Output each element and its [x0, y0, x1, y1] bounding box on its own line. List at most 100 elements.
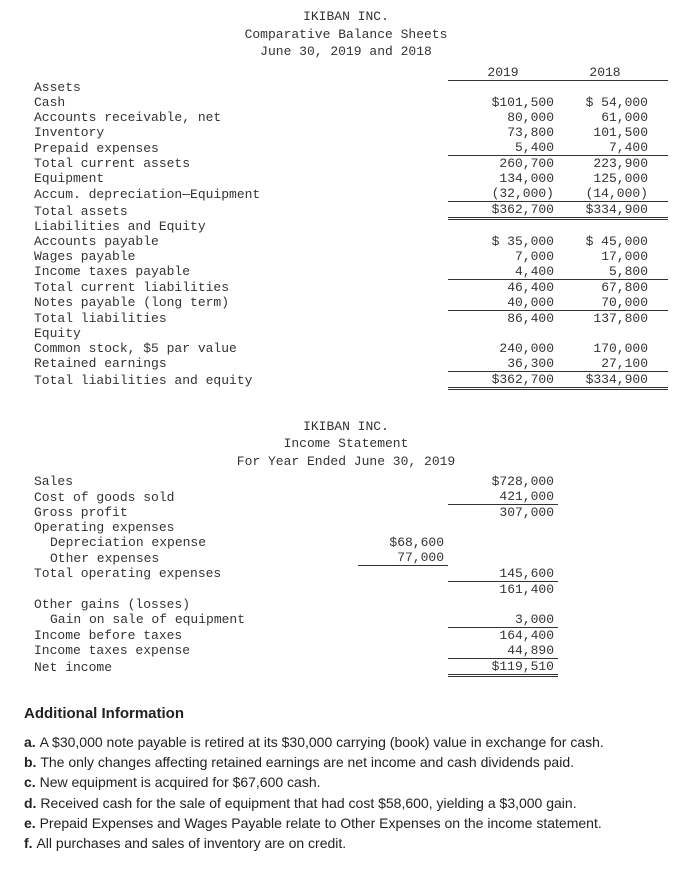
- spacer: [558, 612, 668, 628]
- row-label: Inventory: [24, 125, 448, 140]
- row-label: Total current liabilities: [24, 279, 448, 295]
- row-value-2019: 5,400: [448, 140, 558, 156]
- row-value-2018: 17,000: [558, 249, 668, 264]
- row-value-2019: $101,500: [448, 95, 558, 110]
- cell: [558, 326, 668, 341]
- row-value-2019: $ 35,000: [448, 234, 558, 249]
- row-value-2018: 125,000: [558, 171, 668, 186]
- is-header: IKIBAN INC. Income Statement For Year En…: [24, 418, 668, 471]
- row-label: Total operating expenses: [24, 566, 358, 582]
- row-amount: [448, 535, 558, 550]
- row-sub-amount: [358, 581, 448, 597]
- item-tag: a.: [24, 734, 40, 750]
- bs-company: IKIBAN INC.: [24, 8, 668, 26]
- additional-info-title: Additional Information: [24, 705, 668, 722]
- row-label: Total liabilities and equity: [24, 371, 448, 388]
- row-label: Sales: [24, 474, 358, 489]
- row-amount: [448, 550, 558, 566]
- row-label: Notes payable (long term): [24, 295, 448, 311]
- row-value-2018: $334,900: [558, 371, 668, 388]
- row-label: Depreciation expense: [24, 535, 358, 550]
- row-value-2019: 80,000: [448, 110, 558, 125]
- spacer: [558, 566, 668, 582]
- row-value-2019: 73,800: [448, 125, 558, 140]
- row-sub-amount: [358, 505, 448, 521]
- section-label: Liabilities and Equity: [24, 219, 448, 234]
- row-label: Income taxes expense: [24, 643, 358, 659]
- row-sub-amount: [358, 627, 448, 643]
- row-value-2019: 4,400: [448, 264, 558, 280]
- row-label: Other gains (losses): [24, 597, 358, 612]
- row-value-2018: $ 54,000: [558, 95, 668, 110]
- row-amount: 164,400: [448, 627, 558, 643]
- bs-title: Comparative Balance Sheets: [24, 26, 668, 44]
- row-amount: 145,600: [448, 566, 558, 582]
- row-amount: $728,000: [448, 474, 558, 489]
- row-label: Common stock, $5 par value: [24, 341, 448, 356]
- item-text: All purchases and sales of inventory are…: [36, 835, 346, 851]
- row-value-2019: $362,700: [448, 202, 558, 219]
- balance-sheet: IKIBAN INC. Comparative Balance Sheets J…: [24, 8, 668, 390]
- row-value-2018: 170,000: [558, 341, 668, 356]
- cell: [558, 219, 668, 234]
- row-value-2019: 40,000: [448, 295, 558, 311]
- spacer: [558, 535, 668, 550]
- row-value-2019: 7,000: [448, 249, 558, 264]
- col-header-2019: 2019: [448, 65, 558, 81]
- row-value-2018: 27,100: [558, 356, 668, 372]
- row-value-2018: 101,500: [558, 125, 668, 140]
- row-value-2018: 61,000: [558, 110, 668, 125]
- item-tag: d.: [24, 795, 40, 811]
- additional-info-item: d. Received cash for the sale of equipme…: [24, 793, 668, 813]
- spacer: [558, 581, 668, 597]
- row-value-2018: (14,000): [558, 186, 668, 202]
- row-label: Other expenses: [24, 550, 358, 566]
- item-tag: e.: [24, 815, 40, 831]
- section-label: Equity: [24, 326, 448, 341]
- row-value-2018: 137,800: [558, 310, 668, 326]
- row-label: Gross profit: [24, 505, 358, 521]
- is-title: Income Statement: [24, 435, 668, 453]
- is-date: For Year Ended June 30, 2019: [24, 453, 668, 471]
- row-label: Prepaid expenses: [24, 140, 448, 156]
- row-value-2019: 260,700: [448, 156, 558, 172]
- is-company: IKIBAN INC.: [24, 418, 668, 436]
- row-value-2019: 240,000: [448, 341, 558, 356]
- additional-info-item: b. The only changes affecting retained e…: [24, 752, 668, 772]
- row-label: Income taxes payable: [24, 264, 448, 280]
- row-value-2018: $334,900: [558, 202, 668, 219]
- row-sub-amount: $68,600: [358, 535, 448, 550]
- row-label: Retained earnings: [24, 356, 448, 372]
- col-header-2018: 2018: [558, 65, 668, 81]
- item-text: New equipment is acquired for $67,600 ca…: [40, 774, 321, 790]
- row-amount: 421,000: [448, 489, 558, 505]
- row-label: Accounts receivable, net: [24, 110, 448, 125]
- row-value-2019: 46,400: [448, 279, 558, 295]
- cell: [558, 80, 668, 95]
- additional-info-item: f. All purchases and sales of inventory …: [24, 833, 668, 853]
- row-label: Cash: [24, 95, 448, 110]
- spacer: [558, 550, 668, 566]
- spacer: [558, 505, 668, 521]
- item-text: A $30,000 note payable is retired at its…: [40, 734, 604, 750]
- row-value-2019: 36,300: [448, 356, 558, 372]
- spacer: [558, 597, 668, 612]
- row-sub-amount: [358, 520, 448, 535]
- row-sub-amount: [358, 658, 448, 675]
- spacer: [558, 627, 668, 643]
- balance-sheet-table: 20192018AssetsCash$101,500$ 54,000Accoun…: [24, 65, 668, 390]
- item-tag: f.: [24, 835, 36, 851]
- row-sub-amount: [358, 489, 448, 505]
- bs-date: June 30, 2019 and 2018: [24, 43, 668, 61]
- row-value-2018: 223,900: [558, 156, 668, 172]
- spacer: [558, 658, 668, 675]
- row-amount: [448, 597, 558, 612]
- row-amount: 161,400: [448, 581, 558, 597]
- row-label: Accum. depreciation—Equipment: [24, 186, 448, 202]
- row-sub-amount: [358, 597, 448, 612]
- row-label: Operating expenses: [24, 520, 358, 535]
- additional-info-list: a. A $30,000 note payable is retired at …: [24, 732, 668, 854]
- row-amount: $119,510: [448, 658, 558, 675]
- row-label: Equipment: [24, 171, 448, 186]
- row-label: [24, 581, 358, 597]
